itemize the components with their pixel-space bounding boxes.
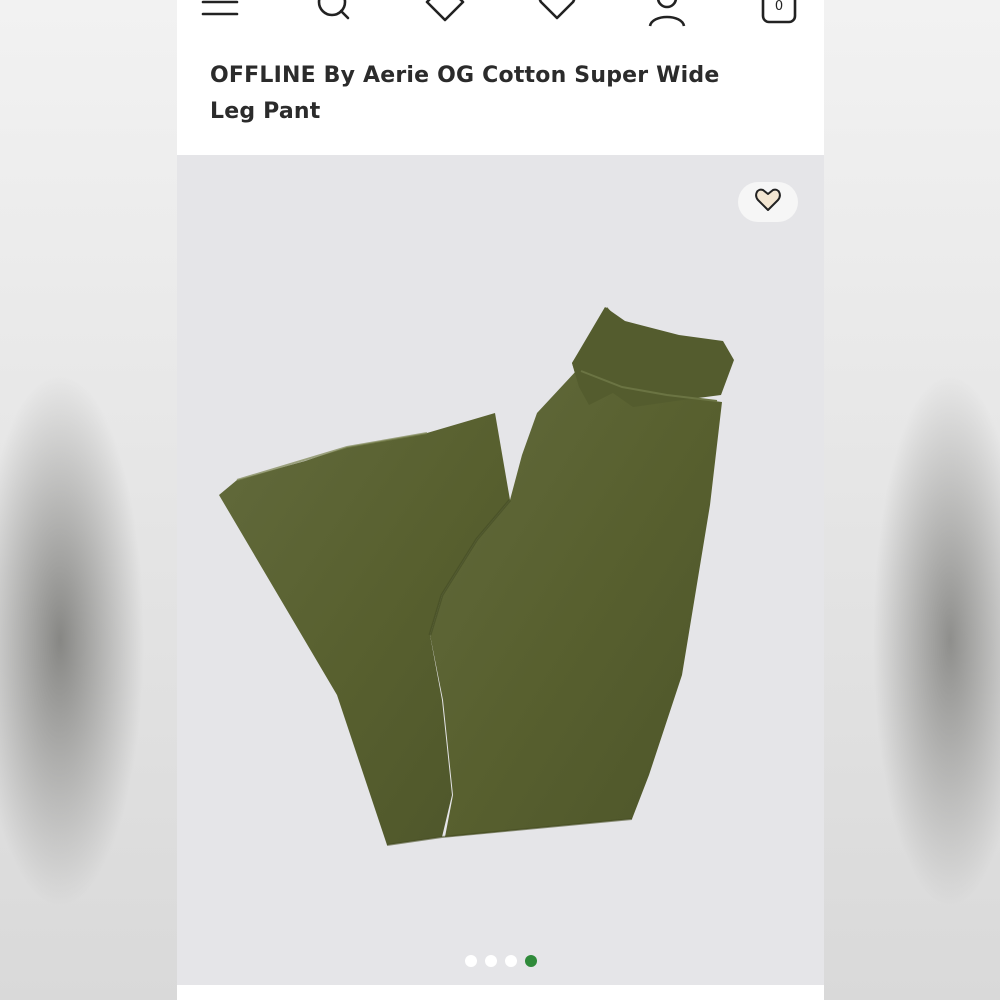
account-icon[interactable] xyxy=(647,0,687,28)
pagination-dot[interactable] xyxy=(464,955,477,967)
bag-count-badge: 0 xyxy=(774,0,784,14)
favorite-button[interactable] xyxy=(738,182,798,222)
pagination-dot[interactable] xyxy=(484,955,497,967)
heart-icon[interactable] xyxy=(537,0,577,28)
search-icon[interactable] xyxy=(314,0,354,28)
menu-icon[interactable] xyxy=(200,0,240,28)
tag-icon[interactable] xyxy=(425,0,465,28)
heart-outline-icon xyxy=(755,188,781,216)
pagination-dot[interactable] xyxy=(504,955,517,967)
product-image-gallery[interactable] xyxy=(177,155,824,985)
product-page: 0 OFFLINE By Aerie OG Cotton Super Wide … xyxy=(177,0,824,1000)
gallery-pagination xyxy=(177,955,824,967)
top-navigation-bar: 0 xyxy=(177,0,824,28)
pant-product-image xyxy=(219,307,734,846)
bag-icon[interactable]: 0 xyxy=(759,0,799,28)
pagination-dot-active[interactable] xyxy=(524,955,537,967)
product-title: OFFLINE By Aerie OG Cotton Super Wide Le… xyxy=(210,63,720,124)
